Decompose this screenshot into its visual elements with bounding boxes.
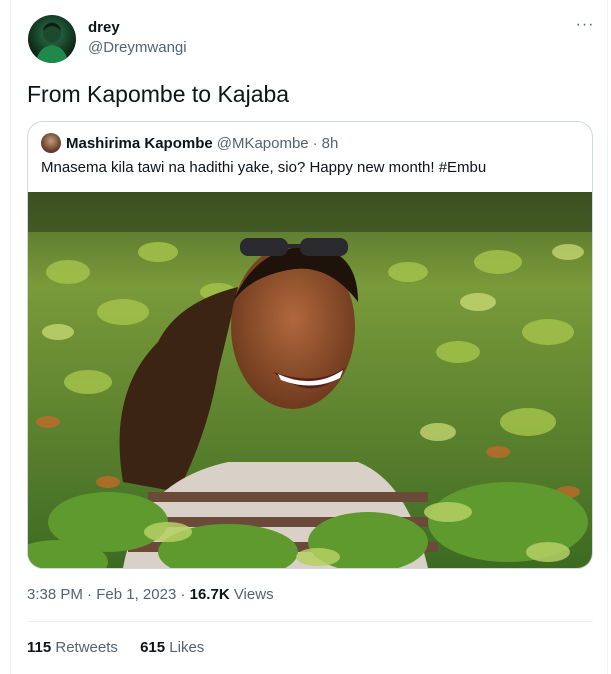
engagement-stats: 115 Retweets 615 Likes <box>27 639 222 656</box>
views-count: 16.7K <box>189 586 230 603</box>
tweet-time[interactable]: 3:38 PM <box>27 586 83 603</box>
author-handle[interactable]: @Dreymwangi <box>88 38 187 58</box>
meta-separator: · <box>87 586 93 603</box>
retweets-link[interactable]: 115 Retweets <box>27 639 118 656</box>
author-info[interactable]: drey @Dreymwangi <box>88 18 187 58</box>
retweets-label: Retweets <box>55 639 118 656</box>
more-dots-icon[interactable]: ··· <box>572 14 598 40</box>
quoted-separator: · <box>312 134 318 152</box>
meta-separator-2: · <box>180 586 186 603</box>
quoted-author-handle[interactable]: @MKapombe <box>217 135 309 152</box>
tweet-meta: 3:38 PM · Feb 1, 2023 · 16.7K Views <box>27 586 274 603</box>
quoted-tweet-header: Mashirima Kapombe @MKapombe · 8h <box>41 133 338 153</box>
tweet-date[interactable]: Feb 1, 2023 <box>96 586 176 603</box>
quoted-tweet[interactable]: Mashirima Kapombe @MKapombe · 8h Mnasema… <box>27 121 593 569</box>
author-name[interactable]: drey <box>88 18 187 38</box>
likes-count: 615 <box>140 639 166 656</box>
divider <box>27 621 593 622</box>
quoted-author-avatar[interactable] <box>41 133 61 153</box>
likes-link[interactable]: 615 Likes <box>140 639 204 656</box>
likes-label: Likes <box>169 639 205 656</box>
quoted-time[interactable]: 8h <box>322 135 339 152</box>
quoted-tweet-text: Mnasema kila tawi na hadithi yake, sio? … <box>41 159 487 176</box>
quoted-author-name[interactable]: Mashirima Kapombe <box>66 135 213 152</box>
views-label: Views <box>233 586 274 603</box>
tweet-text: From Kapombe to Kajaba <box>27 81 290 107</box>
quoted-photo[interactable] <box>28 192 592 568</box>
author-avatar[interactable] <box>28 15 76 63</box>
retweets-count: 115 <box>27 639 52 656</box>
